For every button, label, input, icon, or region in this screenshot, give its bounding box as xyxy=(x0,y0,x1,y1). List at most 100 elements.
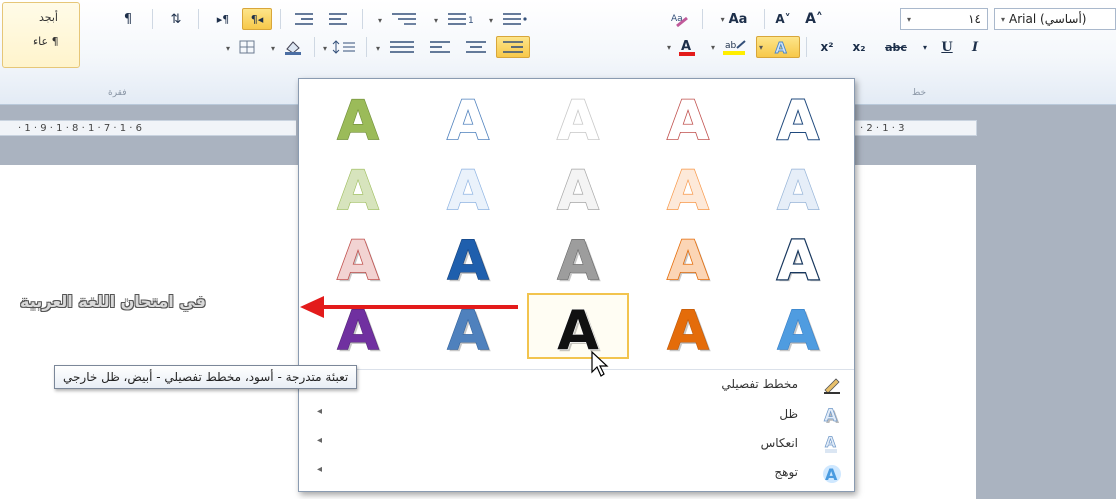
justify-button[interactable]: ▾ xyxy=(372,36,420,58)
text-effect-letter-icon: A xyxy=(446,88,490,144)
text-effect-style-2-4[interactable]: A xyxy=(637,153,739,219)
text-effect-style-3-5[interactable]: AA xyxy=(747,223,849,289)
text-effect-style-3-1[interactable]: AA xyxy=(307,223,409,289)
glow-icon: A xyxy=(823,465,841,483)
svg-text:▾: ▾ xyxy=(489,16,493,25)
shadow-icon: AA xyxy=(824,406,840,425)
strikethrough-button[interactable]: abc xyxy=(878,36,914,58)
text-effect-style-2-5[interactable]: A xyxy=(747,153,849,219)
shading-button[interactable]: ▾ xyxy=(268,36,308,58)
ruler-right-segment[interactable]: · 2 · 1 · 3 xyxy=(852,120,977,136)
svg-text:▾: ▾ xyxy=(711,43,715,52)
increase-indent-button[interactable] xyxy=(288,8,320,30)
svg-text:A: A xyxy=(777,89,819,144)
text-effect-style-1-4[interactable]: A xyxy=(637,83,739,149)
show-formatting-button[interactable]: ¶ xyxy=(116,8,140,30)
svg-text:1: 1 xyxy=(468,16,474,26)
svg-text:A: A xyxy=(777,159,819,214)
find-label: أبجد xyxy=(39,11,58,24)
menu-item-label: ظل xyxy=(779,407,798,421)
text-effect-style-1-5[interactable]: A xyxy=(747,83,849,149)
text-effect-style-4-4[interactable]: AA xyxy=(637,293,739,359)
mouse-cursor-icon xyxy=(591,350,609,377)
text-effect-letter-icon: AA xyxy=(776,228,821,284)
borders-button[interactable]: ▾ xyxy=(222,36,264,58)
text-effect-style-3-4[interactable]: AA xyxy=(637,223,739,289)
numbering-icon: ▾ 1 xyxy=(434,13,474,26)
svg-text:▾: ▾ xyxy=(759,43,763,52)
font-color-button[interactable]: ▾ A xyxy=(664,36,704,58)
text-effect-style-4-3[interactable]: AA xyxy=(527,293,629,359)
subscript-button[interactable]: x₂ xyxy=(844,36,874,58)
svg-text:▾: ▾ xyxy=(667,43,671,52)
align-left-button[interactable] xyxy=(424,36,456,58)
underline-dropdown-button[interactable]: ▾ xyxy=(918,36,932,58)
svg-text:A: A xyxy=(824,406,838,425)
svg-text:A: A xyxy=(447,89,489,144)
text-effect-style-2-1[interactable]: A xyxy=(307,153,409,219)
grow-font-button[interactable]: A˄ xyxy=(800,8,828,30)
text-effects-button[interactable]: ▾ A xyxy=(756,36,800,58)
svg-text:A: A xyxy=(667,159,709,214)
text-effect-style-1-3[interactable]: A xyxy=(527,83,629,149)
text-effect-style-3-3[interactable]: AA xyxy=(527,223,629,289)
text-effect-style-1-2[interactable]: A xyxy=(417,83,519,149)
underline-button[interactable]: U xyxy=(934,36,960,58)
paragraph-group-label: فقرة xyxy=(108,88,127,98)
menu-item-outline[interactable]: مخطط تفصيلي xyxy=(299,373,854,397)
font-size-value: ١٤ xyxy=(968,12,981,26)
svg-text:A: A xyxy=(667,299,709,354)
text-effect-style-2-2[interactable]: A xyxy=(417,153,519,219)
menu-item-shadow[interactable]: ◂ ظل AA xyxy=(299,403,854,427)
superscript-button[interactable]: x² xyxy=(812,36,842,58)
borders-icon: ▾ xyxy=(226,40,255,54)
align-right-button[interactable] xyxy=(496,36,530,58)
dropdown-arrow-icon: ▾ xyxy=(907,14,912,24)
text-effect-letter-icon: AA xyxy=(336,228,381,284)
sort-button[interactable]: ⇅ xyxy=(162,8,190,30)
ltr-direction-button[interactable]: ▸¶ xyxy=(208,8,238,30)
text-effect-style-3-2[interactable]: AA xyxy=(417,223,519,289)
text-effect-style-4-5[interactable]: AA xyxy=(747,293,849,359)
font-group-label: خط xyxy=(912,88,927,98)
text-effect-letter-icon: AA xyxy=(557,298,602,354)
highlighter-icon: ▾ ab xyxy=(711,40,746,55)
shrink-font-button[interactable]: A˅ xyxy=(770,8,796,30)
ruler[interactable]: · 1 · 9 · 1 · 8 · 1 · 7 · 1 · 6 xyxy=(0,120,296,136)
svg-text:A: A xyxy=(337,89,379,144)
align-center-button[interactable] xyxy=(460,36,492,58)
decrease-indent-button[interactable] xyxy=(322,8,354,30)
multilevel-list-button[interactable]: ▾ xyxy=(372,8,424,30)
italic-button[interactable]: I xyxy=(962,36,988,58)
ruler-numbers: · 1 · 9 · 1 · 8 · 1 · 7 · 1 · 6 xyxy=(18,122,143,134)
clear-formatting-button[interactable]: Aa xyxy=(664,8,696,30)
line-spacing-button[interactable]: ▾ xyxy=(320,36,360,58)
rtl-direction-button[interactable]: ¶◂ xyxy=(242,8,272,30)
document-text[interactable]: في امتحان اللغة العربية xyxy=(20,292,206,311)
dropdown-arrow-icon: ▾ xyxy=(720,14,725,24)
text-effect-style-1-1[interactable]: A xyxy=(307,83,409,149)
svg-text:A: A xyxy=(557,299,599,354)
separator xyxy=(280,9,281,29)
highlight-button[interactable]: ▾ ab xyxy=(708,36,752,58)
text-effect-letter-icon: A xyxy=(776,88,820,144)
font-size-combobox[interactable]: ▾ ١٤ xyxy=(900,8,988,30)
reflection-icon: A xyxy=(825,435,837,453)
outline-pen-icon xyxy=(824,378,840,394)
paint-bucket-icon: ▾ xyxy=(271,41,301,55)
menu-item-reflection[interactable]: ◂ انعكاس A xyxy=(299,432,854,456)
find-style-box[interactable]: أبجد عاء ¶ xyxy=(2,2,80,68)
text-effect-style-2-3[interactable]: A xyxy=(527,153,629,219)
change-case-button[interactable]: ▾ Aa xyxy=(708,8,760,30)
text-effect-letter-icon: A xyxy=(556,88,600,144)
text-effect-letter-icon: A xyxy=(556,158,599,214)
text-effect-letter-icon: A xyxy=(446,158,489,214)
align-center-icon xyxy=(466,41,486,53)
numbering-button[interactable]: ▾ 1 xyxy=(428,8,480,30)
font-name-combobox[interactable]: ▾ Arial (أساسي) xyxy=(994,8,1116,30)
separator xyxy=(702,9,703,29)
bullets-button[interactable]: ▾ xyxy=(484,8,534,30)
menu-item-glow[interactable]: ◂ توهج A xyxy=(299,461,854,485)
text-effect-letter-icon: A xyxy=(337,158,380,214)
text-effects-icon: ▾ A xyxy=(759,39,787,56)
